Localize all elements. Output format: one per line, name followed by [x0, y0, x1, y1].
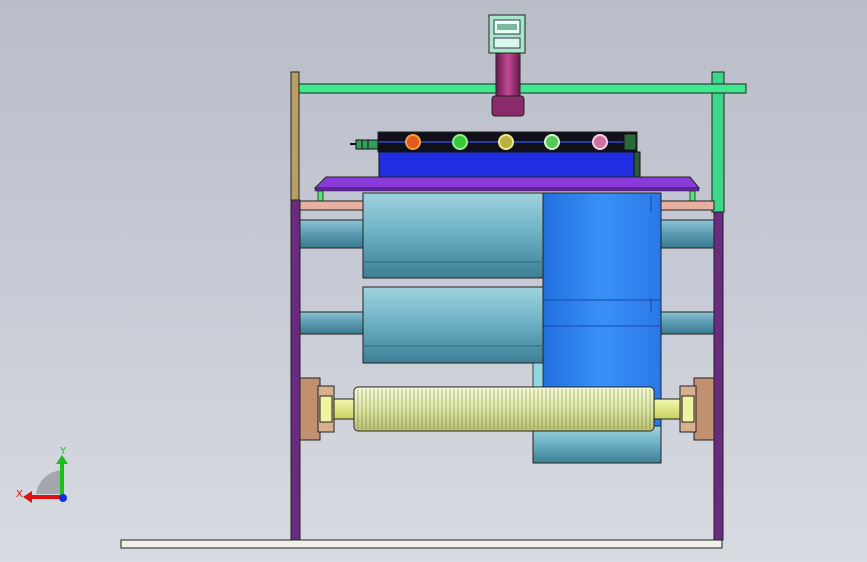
led-light — [498, 134, 514, 150]
purple-tray — [313, 176, 701, 189]
led-light — [405, 134, 421, 150]
frame-post-left-upper — [290, 71, 300, 201]
machine-assembly-drawing: Y X — [16, 14, 747, 549]
frame-post-left — [290, 199, 301, 541]
bearing-block-left — [299, 377, 335, 441]
roller-link — [532, 362, 544, 390]
z-axis-dot — [59, 494, 67, 502]
coordinate-triad[interactable]: Y X — [16, 446, 68, 503]
triad-plane-icon — [36, 470, 62, 494]
x-axis-label: X — [16, 489, 23, 500]
led-light — [592, 134, 608, 150]
roller-middle — [362, 286, 544, 364]
bearing-block-right — [679, 377, 715, 441]
knurled-roller — [353, 386, 655, 432]
bottom-drive-drum — [532, 425, 662, 464]
base-plate — [120, 539, 723, 549]
camera-head — [488, 14, 526, 54]
blue-mount-bar — [378, 151, 638, 179]
tray-support-right — [689, 190, 696, 202]
camera-column-collar — [491, 95, 525, 117]
tray-support-left — [317, 190, 324, 202]
y-axis-label: Y — [59, 446, 67, 457]
cad-viewport[interactable]: Y X — [0, 0, 867, 562]
cable-connector — [350, 139, 379, 150]
green-top-rail — [298, 83, 747, 94]
frame-post-right — [713, 199, 724, 541]
light-bar-endcap — [623, 133, 637, 151]
led-light — [452, 134, 468, 150]
roller-upper — [362, 192, 544, 279]
led-light — [544, 134, 560, 150]
